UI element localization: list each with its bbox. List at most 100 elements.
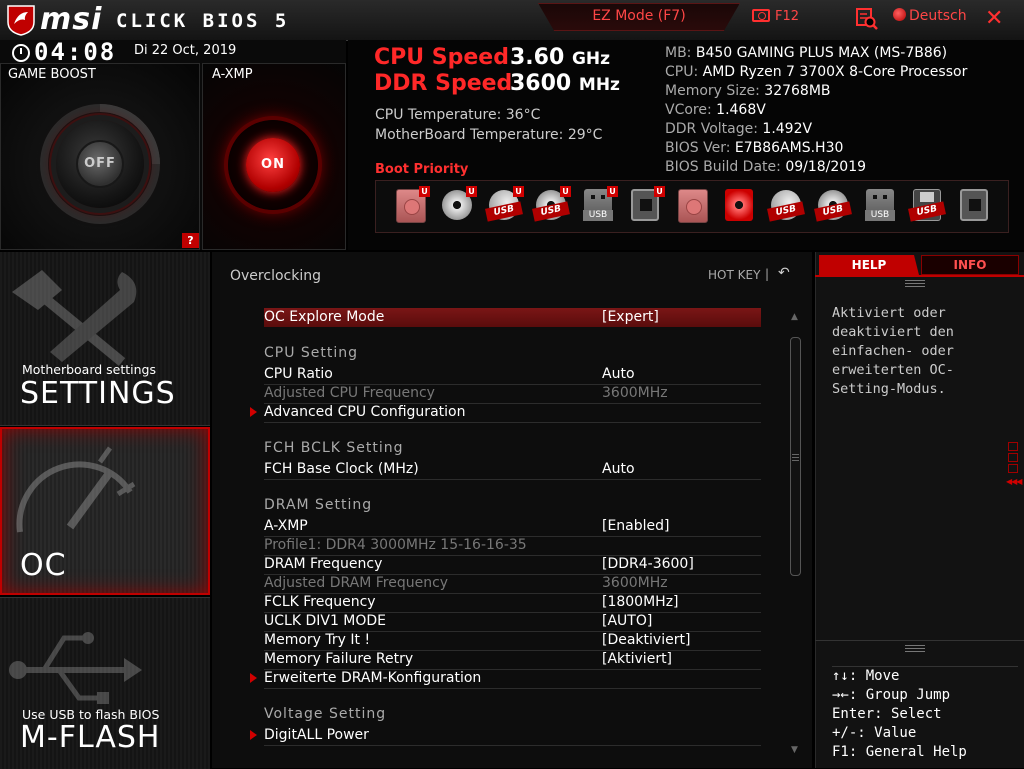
scroll-up-arrow-icon[interactable]: ▲	[791, 312, 798, 322]
ez-mode-button[interactable]: EZ Mode (F7)	[538, 3, 740, 31]
usb-hard-disk-icon[interactable]: USB	[767, 186, 805, 224]
setting-value[interactable]: Auto	[602, 366, 635, 382]
undo-icon[interactable]: ↶	[778, 265, 790, 281]
optical-disc-icon[interactable]: U	[441, 186, 477, 224]
key-hint: Enter: Select	[832, 706, 942, 722]
sysinfo-value: 1.492V	[762, 121, 813, 137]
search-icon[interactable]	[856, 8, 878, 30]
setting-value[interactable]: [Aktiviert]	[602, 651, 672, 667]
scrollbar-grip-icon	[792, 454, 799, 462]
help-bottom-grip-icon[interactable]	[905, 645, 925, 653]
network-icon[interactable]	[958, 186, 990, 224]
game-boost-help-button[interactable]: ?	[182, 233, 199, 248]
hotkey-button[interactable]: HOT KEY	[708, 268, 760, 282]
hotkey-separator: |	[765, 267, 770, 281]
cpu-speed-label: CPU Speed	[374, 45, 509, 70]
uefi-badge: U	[419, 186, 430, 197]
language-label: Deutsch	[909, 8, 967, 24]
setting-value: 3600MHz	[602, 385, 668, 401]
network-icon[interactable]: U	[629, 186, 665, 224]
setting-value[interactable]: [Expert]	[602, 309, 659, 325]
side-tab-2[interactable]	[1008, 453, 1018, 462]
setting-row[interactable]: Memory Try It ! [Deaktiviert]	[264, 631, 761, 651]
help-top-grip-icon[interactable]	[905, 280, 925, 288]
submenu-row[interactable]: Advanced CPU Configuration	[264, 403, 761, 423]
sysinfo-key: Memory Size:	[665, 83, 760, 99]
sysinfo-value: AMD Ryzen 7 3700X 8-Core Processor	[702, 64, 968, 80]
key-hint: +/-: Value	[832, 725, 917, 741]
setting-label: Profile1: DDR4 3000MHz 15-16-16-35	[264, 537, 527, 553]
boot-device-body	[725, 189, 753, 221]
sysinfo-key: DDR Voltage:	[665, 121, 758, 137]
setting-value[interactable]: [Enabled]	[602, 518, 670, 534]
uefi-badge: U	[560, 186, 571, 197]
cpu-temperature: CPU Temperature: 36°C	[375, 107, 541, 123]
setting-row[interactable]: FCLK Frequency [1800MHz]	[264, 593, 761, 613]
nav-settings-subtitle: Motherboard settings	[22, 362, 157, 377]
screenshot-key-label: F12	[775, 9, 800, 24]
setting-row[interactable]: Memory Failure Retry [Aktiviert]	[264, 650, 761, 670]
side-tab-1[interactable]	[1008, 442, 1018, 451]
submenu-arrow-icon	[250, 673, 257, 683]
setting-label: FCH Base Clock (MHz)	[264, 461, 419, 477]
submenu-row[interactable]: DigitALL Power	[264, 726, 761, 746]
submenu-row[interactable]: Erweiterte DRAM-Konfiguration	[264, 669, 761, 689]
motherboard-temperature: MotherBoard Temperature: 29°C	[375, 127, 603, 143]
screenshot-button[interactable]: F12	[752, 9, 799, 24]
scroll-down-arrow-icon[interactable]: ▼	[791, 745, 798, 755]
sysinfo-key: BIOS Ver:	[665, 140, 731, 156]
setting-label: Advanced CPU Configuration	[264, 404, 466, 420]
cpu-speed-number: 3.60	[510, 45, 565, 70]
setting-value[interactable]: [Deaktiviert]	[602, 632, 690, 648]
tab-help[interactable]: HELP	[819, 255, 919, 275]
usb-key-icon[interactable]: USB	[864, 186, 896, 224]
submenu-arrow-icon	[250, 407, 257, 417]
game-boost-label: GAME BOOST	[8, 67, 96, 82]
close-icon[interactable]: ✕	[985, 6, 1003, 31]
setting-row[interactable]: CPU Ratio Auto	[264, 365, 761, 385]
uefi-badge: U	[466, 186, 477, 197]
nav-mflash-title: M-FLASH	[20, 720, 161, 755]
gauge-icon	[16, 446, 136, 533]
setting-row[interactable]: A-XMP [Enabled]	[264, 517, 761, 537]
sysinfo-value: E7B86AMS.H30	[734, 140, 844, 156]
section-heading: DRAM Setting	[264, 497, 373, 513]
optical-disc-icon[interactable]	[723, 186, 755, 224]
usb-floppy-icon[interactable]: USB	[908, 186, 946, 224]
tools-icon	[12, 270, 137, 366]
axmp-state[interactable]: ON	[246, 138, 300, 192]
usb-optical-disc-icon[interactable]: USB	[814, 186, 852, 224]
game-boost-state[interactable]: OFF	[76, 140, 124, 188]
setting-value[interactable]: [1800MHz]	[602, 594, 679, 610]
nav-oc-title: OC	[20, 548, 67, 583]
usb-optical-disc-icon[interactable]: U USB	[532, 186, 571, 224]
key-hint: →←: Group Jump	[832, 687, 951, 703]
setting-row[interactable]: FCH Base Clock (MHz) Auto	[264, 460, 761, 480]
setting-row[interactable]: OC Explore Mode [Expert]	[264, 308, 761, 327]
ddr-speed-unit: MHz	[578, 75, 620, 95]
language-button[interactable]: Deutsch	[893, 8, 967, 24]
setting-row[interactable]: DRAM Frequency [DDR4-3600]	[264, 555, 761, 575]
ddr-speed-number: 3600	[510, 71, 572, 96]
hard-disk-icon[interactable]: U	[394, 186, 430, 224]
key-legend: ↑↓: Move →←: Group Jump Enter: Select +/-: …	[832, 666, 1018, 767]
camera-icon	[752, 9, 770, 22]
clock-icon	[12, 44, 30, 62]
setting-row[interactable]: UCLK DIV1 MODE [AUTO]	[264, 612, 761, 632]
collapse-arrows-icon[interactable]: ◀◀◀	[1006, 477, 1023, 486]
usb-hard-disk-icon[interactable]: U USB	[485, 186, 524, 224]
setting-value[interactable]: [DDR4-3600]	[602, 556, 694, 572]
setting-value[interactable]: Auto	[602, 461, 635, 477]
setting-value[interactable]: [AUTO]	[602, 613, 652, 629]
usb-tag: USB	[865, 210, 895, 221]
key-hint: F1: General Help	[832, 744, 967, 760]
tab-info[interactable]: INFO	[921, 255, 1019, 275]
side-tab-3[interactable]	[1008, 464, 1018, 473]
help-side-tabs[interactable]	[1008, 442, 1020, 476]
section-heading: Voltage Setting	[264, 706, 387, 722]
hard-disk-icon[interactable]	[676, 186, 708, 224]
help-description: Aktiviert oder deaktiviert den einfachen…	[832, 305, 954, 397]
usb-key-icon[interactable]: U USB	[582, 186, 618, 224]
sysinfo-line: DDR Voltage: 1.492V	[665, 121, 812, 137]
setting-row: Adjusted CPU Frequency 3600MHz	[264, 384, 761, 404]
